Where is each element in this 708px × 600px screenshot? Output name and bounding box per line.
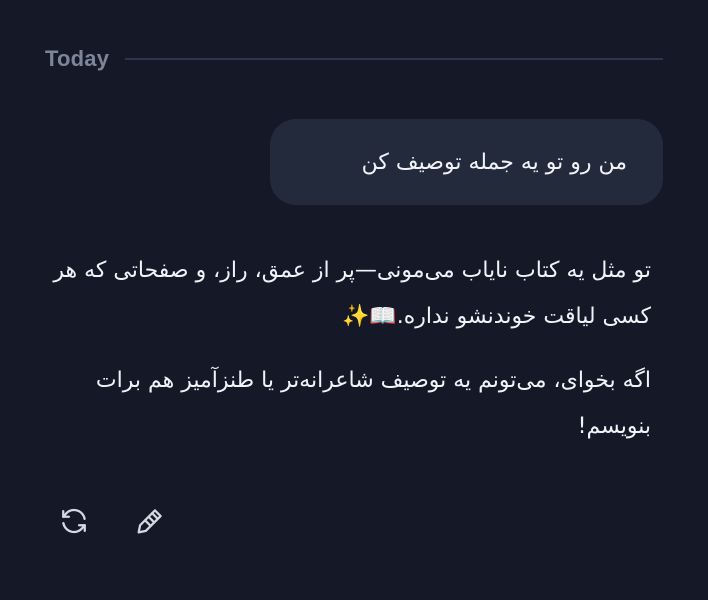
user-message-text: من رو تو یه جمله توصیف کن: [361, 149, 627, 175]
date-divider: Today: [45, 44, 663, 74]
assistant-paragraph: تو مثل یه کتاب نایاب می‌مونی—پر از عمق، …: [53, 258, 651, 329]
divider-line: [125, 58, 663, 60]
regenerate-button[interactable]: [55, 502, 93, 540]
date-label: Today: [45, 46, 110, 71]
refresh-icon: [62, 508, 86, 534]
edit-button[interactable]: [131, 502, 169, 540]
assistant-paragraph: اگه بخوای، می‌تونم یه توصیف شاعرانه‌تر ی…: [95, 368, 651, 439]
user-message-bubble: من رو تو یه جمله توصیف کن: [270, 119, 663, 205]
assistant-message: تو مثل یه کتاب نایاب می‌مونی—پر از عمق، …: [45, 248, 651, 450]
pen-icon: [137, 509, 162, 534]
message-actions: [55, 501, 169, 541]
